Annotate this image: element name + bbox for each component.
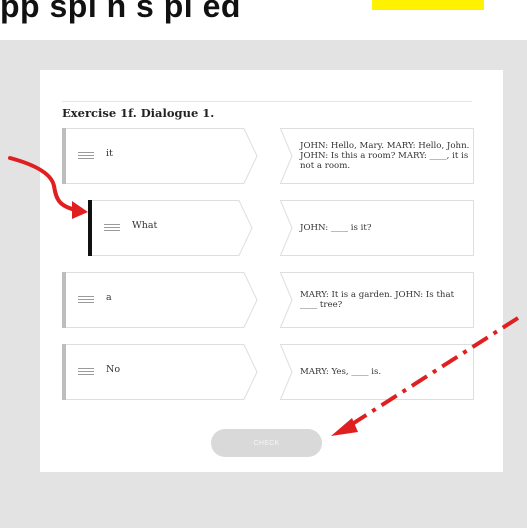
drag-handle-icon[interactable] (78, 152, 94, 160)
exercise-card: Exercise 1f. Dialogue 1. it JOHN: Hello,… (40, 70, 503, 472)
match-row: a MARY: It is a garden. JOHN: Is that __… (40, 272, 503, 328)
word-label: No (106, 364, 121, 375)
word-label: What (132, 220, 158, 231)
word-tile-active[interactable]: What (88, 200, 253, 256)
sentence-tile: MARY: Yes, ____ is. (280, 344, 474, 400)
match-row: No MARY: Yes, ____ is. (40, 344, 503, 400)
check-button[interactable]: CHECK (211, 429, 322, 457)
word-tile[interactable]: a (62, 272, 258, 328)
drag-handle-icon[interactable] (78, 368, 94, 376)
drag-handle-icon[interactable] (78, 296, 94, 304)
title-divider (62, 101, 472, 102)
match-row: What JOHN: ____ is it? (40, 200, 503, 256)
drag-handle-icon[interactable] (104, 224, 120, 232)
word-label: a (106, 292, 112, 303)
sentence-tile: JOHN: Hello, Mary. MARY: Hello, John. JO… (280, 128, 474, 184)
word-tile[interactable]: it (62, 128, 258, 184)
match-row: it JOHN: Hello, Mary. MARY: Hello, John.… (40, 128, 503, 184)
sentence-label: JOHN: ____ is it? (300, 223, 372, 233)
word-label: it (106, 148, 113, 159)
banner-text: pp spl n s pl ed (0, 0, 241, 24)
sentence-label: MARY: Yes, ____ is. (300, 367, 382, 377)
sentence-label: JOHN: Hello, Mary. MARY: Hello, John. JO… (300, 141, 470, 171)
sentence-tile: JOHN: ____ is it? (280, 200, 474, 256)
exercise-title: Exercise 1f. Dialogue 1. (62, 106, 215, 120)
top-banner: pp spl n s pl ed (0, 0, 527, 40)
sentence-tile: MARY: It is a garden. JOHN: Is that ____… (280, 272, 474, 328)
banner-highlight (372, 0, 484, 10)
sentence-label: MARY: It is a garden. JOHN: Is that ____… (300, 290, 455, 310)
word-tile[interactable]: No (62, 344, 258, 400)
